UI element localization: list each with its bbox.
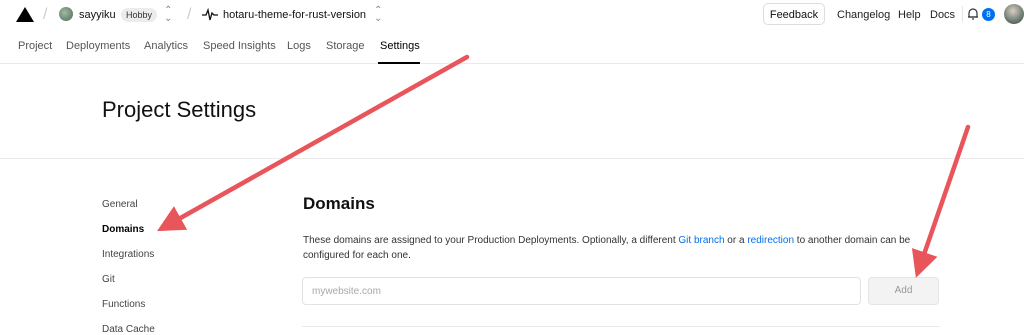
annotation-arrows [157,54,971,278]
annotation-arrow-to-add-button [911,124,971,278]
annotation-arrow-to-domains [157,54,470,232]
